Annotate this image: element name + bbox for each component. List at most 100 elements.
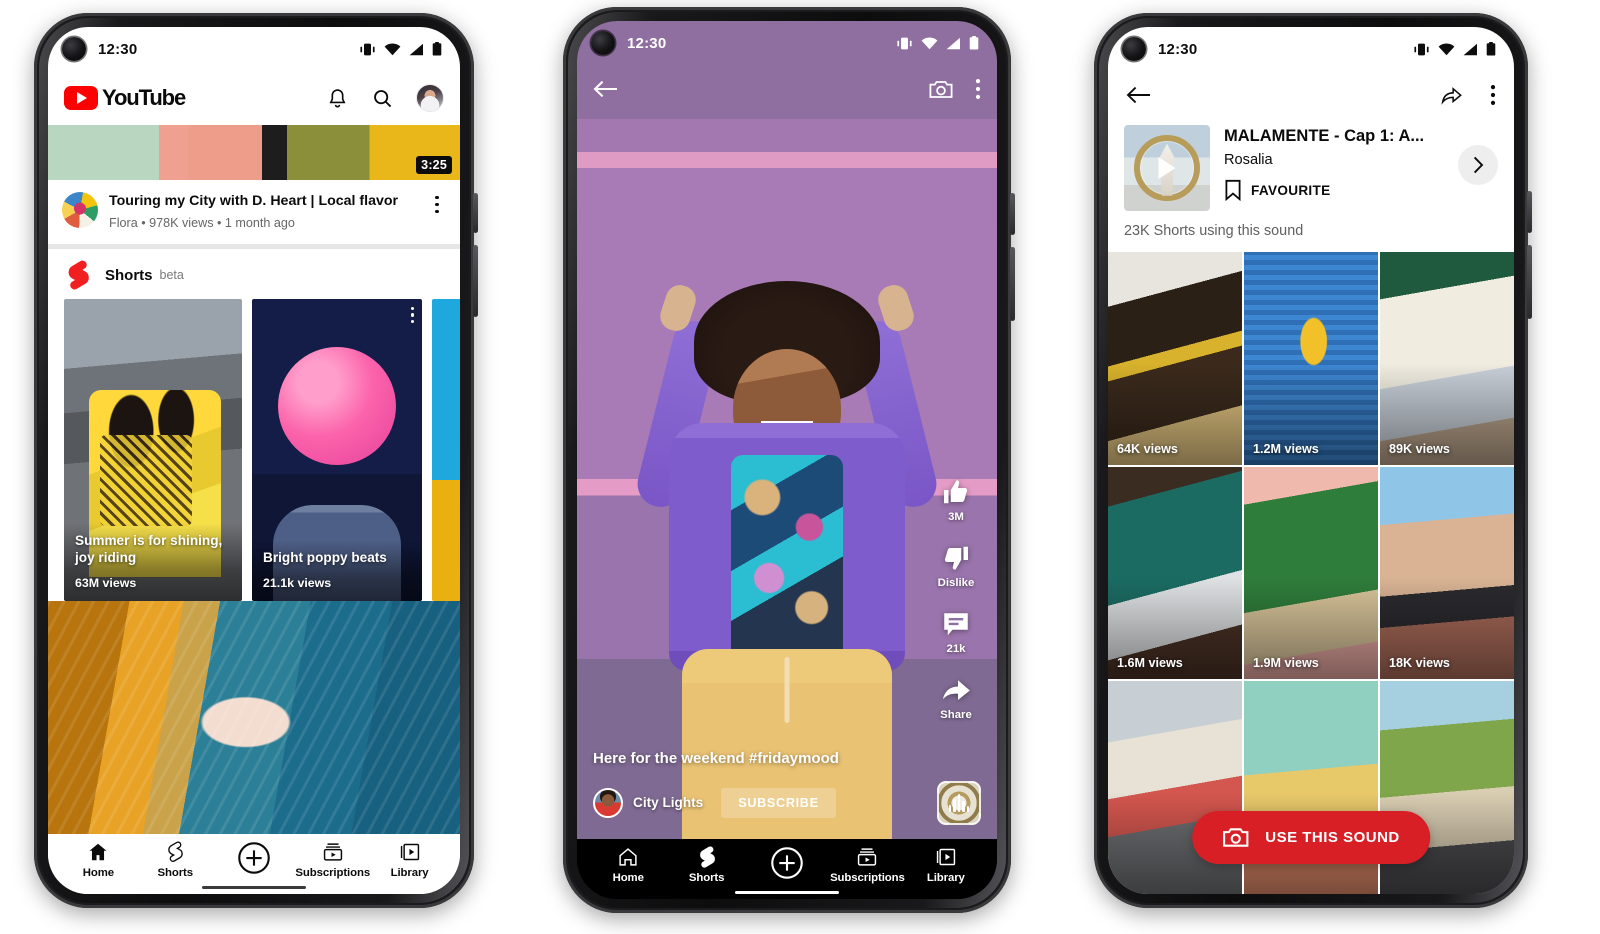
- grid-video-cell[interactable]: 89K views: [1380, 252, 1514, 465]
- search-icon[interactable]: [371, 87, 394, 110]
- shorts-carousel[interactable]: Summer is for shining, joy riding 63M vi…: [48, 299, 460, 602]
- bell-icon[interactable]: [326, 87, 349, 110]
- play-icon[interactable]: [1158, 157, 1176, 179]
- share-button[interactable]: Share: [929, 675, 983, 721]
- phone2-button-volume-up[interactable]: [1010, 193, 1015, 235]
- comment-button[interactable]: 21k: [929, 609, 983, 655]
- channel-avatar[interactable]: [593, 787, 623, 818]
- thumbs-down-icon: [944, 546, 968, 570]
- shorts-card-title: Summer is for shining, joy riding: [75, 533, 223, 565]
- nav-item-create[interactable]: [746, 846, 828, 880]
- sound-disc-button[interactable]: [937, 780, 981, 825]
- next-feed-video-thumbnail[interactable]: [48, 601, 460, 834]
- shorts-card-views: 21.1k views: [263, 576, 332, 591]
- dislike-label: Dislike: [937, 576, 975, 589]
- vibrate-icon: [360, 43, 375, 55]
- sound-title: MALAMENTE - Cap 1: A...: [1224, 127, 1425, 145]
- grid-video-cell[interactable]: 18K views: [1380, 466, 1514, 680]
- plus-circle-icon: [238, 842, 270, 874]
- subscriptions-icon: [323, 843, 342, 861]
- battery-icon: [969, 36, 979, 50]
- shorts-card[interactable]: Bright poppy beats 21.1k views: [252, 299, 422, 602]
- camera-icon[interactable]: [929, 79, 953, 100]
- shorts-caption: Here for the weekend #fridaymood: [593, 749, 839, 767]
- nav-item-subscriptions[interactable]: Subscriptions: [294, 841, 371, 879]
- wifi-icon: [384, 42, 401, 55]
- shorts-card-overlay: Summer is for shining, joy riding 63M vi…: [64, 523, 242, 602]
- nav-label-shorts: Shorts: [157, 866, 194, 879]
- status-icons: [1413, 42, 1496, 56]
- phone2-bottom-nav: Home Shorts Subscriptions Library: [577, 838, 997, 899]
- shorts-video-subject: [632, 139, 942, 839]
- bookmark-icon: [1225, 179, 1241, 201]
- shorts-card[interactable]: [432, 299, 460, 602]
- camera-punchhole-icon: [591, 31, 615, 55]
- sound-video-grid: 64K views 1.2M views 89K views 1.6M view…: [1108, 252, 1514, 894]
- like-button[interactable]: 3M: [929, 477, 983, 523]
- phone-2-frame: 12:30 3M Dislike 21k Share Here for the …: [563, 7, 1015, 913]
- sound-detail-chevron-button[interactable]: [1458, 145, 1498, 185]
- sound-header: MALAMENTE - Cap 1: A... Rosalia FAVOURIT…: [1108, 119, 1514, 211]
- shorts-icon: [699, 846, 715, 868]
- featured-video-meta[interactable]: Touring my City with D. Heart | Local fl…: [48, 180, 460, 245]
- grid-video-cell[interactable]: 1.9M views: [1244, 466, 1378, 680]
- phone3-button-volume-up[interactable]: [1527, 191, 1532, 233]
- featured-video-thumbnail[interactable]: 3:25: [48, 125, 460, 180]
- phone1-button-volume-down[interactable]: [473, 245, 478, 317]
- signal-icon: [946, 37, 960, 49]
- phone1-button-volume-up[interactable]: [473, 193, 478, 233]
- nav-label-home: Home: [82, 866, 115, 879]
- plus-circle-icon: [771, 847, 803, 879]
- grid-video-cell[interactable]: 1.2M views: [1244, 252, 1378, 465]
- share-icon[interactable]: [1439, 84, 1464, 106]
- comment-icon: [944, 613, 968, 636]
- nav-item-subscriptions[interactable]: Subscriptions: [828, 846, 906, 884]
- camera-icon: [1223, 828, 1249, 847]
- home-icon: [619, 847, 637, 866]
- sound-usage-count: 23K Shorts using this sound: [1124, 223, 1304, 239]
- phone3-button-volume-down[interactable]: [1527, 245, 1532, 319]
- nav-item-shorts[interactable]: Shorts: [667, 846, 745, 884]
- video-duration-badge: 3:25: [416, 156, 452, 174]
- grid-video-cell[interactable]: 1.6M views: [1108, 466, 1242, 680]
- subscribe-button[interactable]: SUBSCRIBE: [721, 787, 836, 818]
- back-arrow-icon[interactable]: [593, 78, 619, 100]
- more-vertical-icon[interactable]: [975, 78, 981, 100]
- cell-views: 1.6M views: [1117, 656, 1183, 671]
- phone2-button-volume-down[interactable]: [1010, 247, 1015, 321]
- grid-video-cell[interactable]: 64K views: [1108, 252, 1242, 465]
- nav-item-create[interactable]: [214, 841, 295, 875]
- back-arrow-icon[interactable]: [1126, 84, 1152, 106]
- sound-artwork[interactable]: [1124, 125, 1210, 211]
- youtube-logo[interactable]: YouTube: [64, 85, 186, 111]
- library-icon: [936, 848, 955, 866]
- shorts-card[interactable]: Summer is for shining, joy riding 63M vi…: [64, 299, 242, 602]
- video-text-block: Touring my City with D. Heart | Local fl…: [109, 192, 417, 230]
- shorts-shelf-label: Shorts: [105, 266, 153, 284]
- nav-item-library[interactable]: Library: [907, 846, 985, 884]
- battery-icon: [432, 42, 442, 56]
- nav-item-home[interactable]: Home: [60, 841, 137, 879]
- status-time: 12:30: [1158, 40, 1198, 58]
- video-more-options-icon[interactable]: [428, 192, 446, 230]
- dislike-button[interactable]: Dislike: [929, 543, 983, 589]
- shorts-channel-row: City Lights SUBSCRIBE: [593, 780, 981, 825]
- use-this-sound-button[interactable]: USE THIS SOUND: [1192, 811, 1430, 864]
- nav-item-library[interactable]: Library: [371, 841, 448, 879]
- wifi-icon: [921, 36, 938, 49]
- vibrate-icon: [1414, 43, 1429, 55]
- phone-3-screen: 12:30 MALAMENTE - Cap 1: A... Rosalia FA…: [1108, 27, 1514, 894]
- more-vertical-icon[interactable]: [1490, 84, 1496, 106]
- channel-avatar[interactable]: [62, 192, 98, 228]
- nav-item-shorts[interactable]: Shorts: [137, 841, 214, 879]
- shorts-card-more-icon[interactable]: [410, 307, 414, 323]
- shorts-icon: [68, 260, 89, 290]
- favourite-button[interactable]: FAVOURITE: [1224, 179, 1444, 201]
- wifi-icon: [1438, 42, 1455, 55]
- shorts-player[interactable]: 12:30 3M Dislike 21k Share Here for the …: [577, 21, 997, 839]
- channel-name[interactable]: City Lights: [633, 795, 703, 810]
- nav-item-home[interactable]: Home: [589, 846, 667, 884]
- phone2-top-bar: [577, 67, 997, 111]
- account-avatar[interactable]: [416, 84, 444, 112]
- shorts-caption-block: Here for the weekend #fridaymood City Li…: [577, 750, 997, 839]
